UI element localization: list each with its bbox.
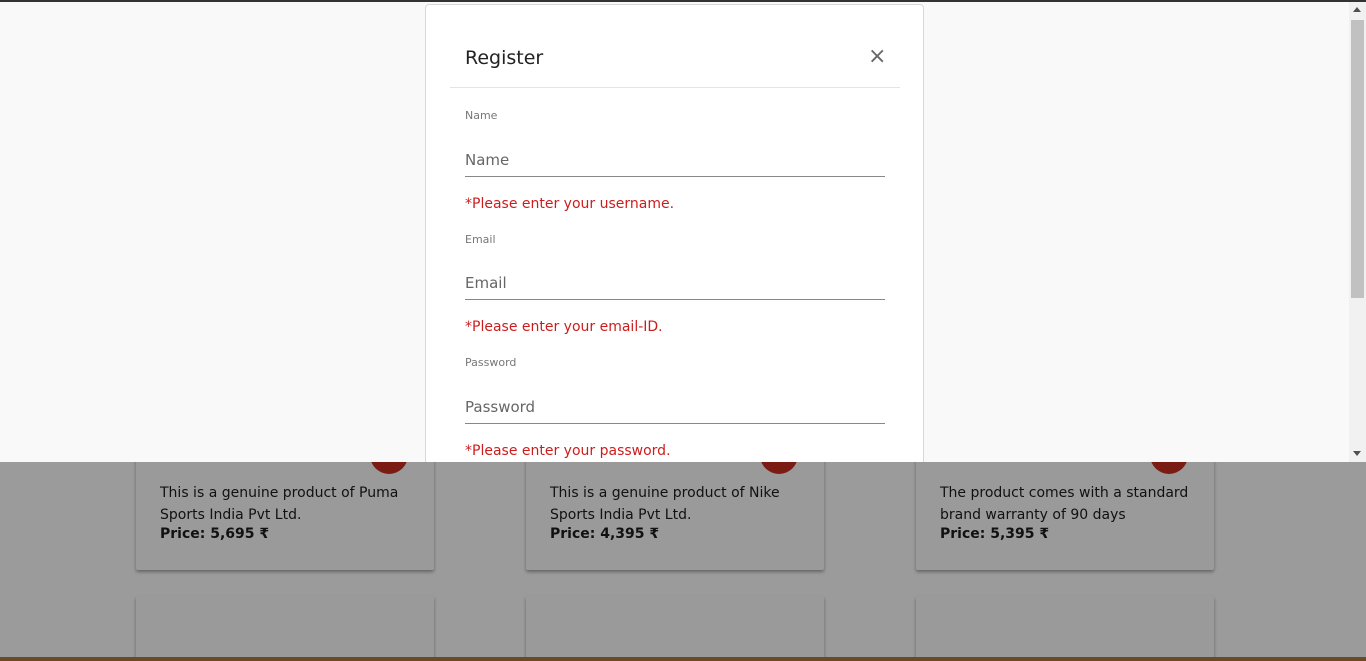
product-price: Price: 5,395 ₹ xyxy=(940,526,1050,542)
password-label: Password xyxy=(465,356,517,369)
email-error: *Please enter your email-ID. xyxy=(465,319,663,335)
product-price: Price: 5,695 ₹ xyxy=(160,526,270,542)
name-error: *Please enter your username. xyxy=(465,196,675,212)
modal-viewport: Register × Name *Please enter your usern… xyxy=(0,0,1366,462)
product-description: This is a genuine product of Puma Sports… xyxy=(160,485,399,523)
password-input[interactable] xyxy=(465,390,885,424)
vertical-scrollbar[interactable] xyxy=(1349,2,1366,462)
scroll-up-icon[interactable] xyxy=(1353,7,1361,12)
close-icon[interactable]: × xyxy=(868,46,886,68)
modal-title: Register xyxy=(465,47,544,69)
name-label: Name xyxy=(465,109,498,122)
product-price: Price: 4,395 ₹ xyxy=(550,526,660,542)
password-error: *Please enter your password. xyxy=(465,443,671,459)
product-description: This is a genuine product of Nike Sports… xyxy=(550,485,780,523)
scroll-down-icon[interactable] xyxy=(1353,451,1361,456)
product-card xyxy=(916,596,1214,661)
email-label: Email xyxy=(465,233,496,246)
product-card xyxy=(526,596,824,661)
product-description: The product comes with a standard brand … xyxy=(940,485,1189,523)
name-input[interactable] xyxy=(465,143,885,177)
email-input[interactable] xyxy=(465,266,885,300)
scrollbar-thumb[interactable] xyxy=(1351,20,1364,298)
register-modal: Register × Name *Please enter your usern… xyxy=(425,4,924,462)
product-card xyxy=(136,596,434,661)
page-footer-strip xyxy=(0,657,1366,661)
modal-header-divider xyxy=(450,87,900,88)
